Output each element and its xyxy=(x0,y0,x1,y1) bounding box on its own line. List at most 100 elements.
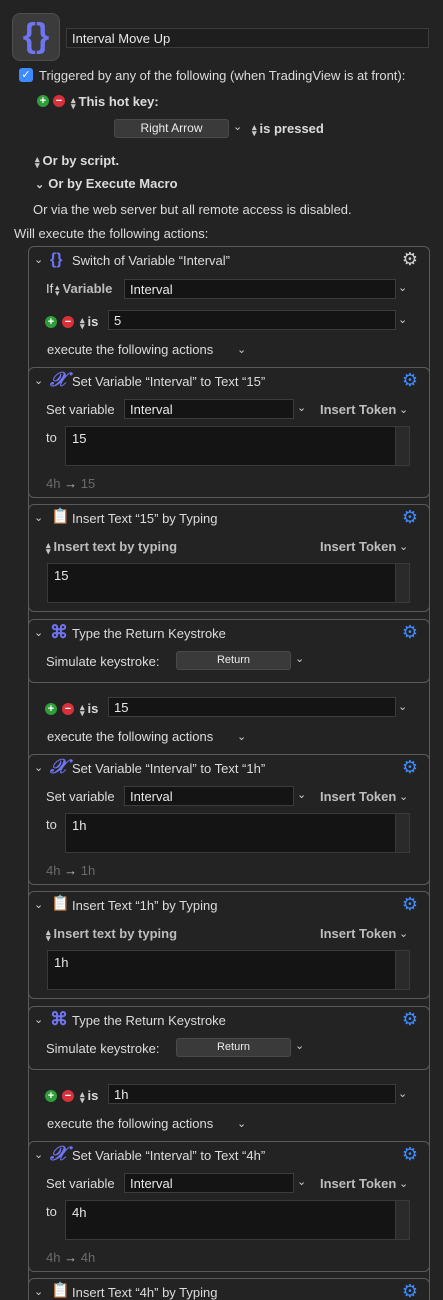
x-variable-icon: 𝒳 xyxy=(50,756,68,778)
gear-icon[interactable]: ⚙ xyxy=(401,508,419,526)
collapse-chevron-icon[interactable]: ⌄ xyxy=(34,761,43,774)
variable-name-input[interactable]: Interval xyxy=(124,1173,294,1193)
hotkey-trigger-type[interactable]: ▴ ▾ This hot key: xyxy=(71,94,159,110)
remove-trigger-icon[interactable]: − xyxy=(53,95,65,107)
collapse-chevron-icon[interactable]: ⌄ xyxy=(34,1148,43,1161)
set-variable-label: Set variable xyxy=(46,1176,115,1191)
hotkey-state-select[interactable]: ▴ ▾ is pressed xyxy=(252,121,324,137)
or-by-script-trigger[interactable]: ▴ ▾ Or by script. xyxy=(35,153,119,170)
switch-variable-input[interactable]: Interval xyxy=(124,279,396,299)
value-textarea[interactable]: 4h xyxy=(65,1200,410,1240)
chevron-down-icon[interactable]: ⌄ xyxy=(399,540,408,553)
scrollbar[interactable] xyxy=(395,951,409,989)
gear-icon[interactable]: ⚙ xyxy=(401,1282,419,1300)
clipboard-icon: 📋 xyxy=(51,895,70,912)
command-key-icon: ⌘ xyxy=(50,622,68,642)
collapse-chevron-icon[interactable]: ⌄ xyxy=(34,1013,43,1026)
insert-mode-select[interactable]: ▴ ▾ Insert text by typing xyxy=(46,926,177,943)
set-variable-label: Set variable xyxy=(46,402,115,417)
remove-case-icon[interactable]: − xyxy=(62,1090,74,1102)
or-execute-macro-trigger[interactable]: ⌄ Or by Execute Macro xyxy=(35,176,178,191)
add-case-icon[interactable]: + xyxy=(45,316,57,328)
updown-icon: ▴ ▾ xyxy=(55,281,60,298)
hotkey-popup[interactable]: Right Arrow xyxy=(114,119,229,138)
value-textarea[interactable]: 15 xyxy=(65,426,410,466)
add-case-icon[interactable]: + xyxy=(45,703,57,715)
gear-icon[interactable]: ⚙ xyxy=(401,895,419,913)
scrollbar[interactable] xyxy=(395,1201,409,1239)
insert-textarea[interactable]: 1h xyxy=(47,950,410,990)
chevron-down-icon[interactable]: ⌄ xyxy=(399,403,408,416)
insert-textarea[interactable]: 15 xyxy=(47,563,410,603)
chevron-down-icon[interactable]: ⌄ xyxy=(398,281,407,294)
collapse-chevron-icon[interactable]: ⌄ xyxy=(34,374,43,387)
value-textarea[interactable]: 1h xyxy=(65,813,410,853)
case-value-input[interactable]: 1h xyxy=(108,1084,396,1104)
remove-case-icon[interactable]: − xyxy=(62,316,74,328)
scrollbar[interactable] xyxy=(395,564,409,602)
chevron-down-icon[interactable]: ⌄ xyxy=(233,120,242,133)
execute-actions-label: execute the following actions xyxy=(47,729,214,744)
chevron-down-icon[interactable]: ⌄ xyxy=(398,313,407,326)
macro-icon: {} xyxy=(12,13,60,61)
to-label: to xyxy=(46,817,57,832)
chevron-down-icon[interactable]: ⌄ xyxy=(399,790,408,803)
case-condition-select[interactable]: ▴ ▾ is xyxy=(80,1088,98,1104)
preview-text: 4h → 15 xyxy=(46,476,96,491)
case-value-input[interactable]: 5 xyxy=(108,310,396,330)
chevron-down-icon[interactable]: ⌄ xyxy=(295,1039,304,1052)
insert-token-menu[interactable]: Insert Token xyxy=(320,539,396,554)
chevron-down-icon[interactable]: ⌄ xyxy=(295,652,304,665)
variable-type-select[interactable]: ▴ ▾ Variable xyxy=(55,281,112,298)
collapse-chevron-icon[interactable]: ⌄ xyxy=(34,1285,43,1298)
chevron-down-icon[interactable]: ⌄ xyxy=(297,401,306,414)
chevron-down-icon[interactable]: ⌄ xyxy=(237,343,246,356)
insert-token-menu[interactable]: Insert Token xyxy=(320,402,396,417)
case-condition-select[interactable]: ▴ ▾ is xyxy=(80,314,98,330)
chevron-down-icon[interactable]: ⌄ xyxy=(398,700,407,713)
chevron-down-icon[interactable]: ⌄ xyxy=(399,927,408,940)
insert-mode-select[interactable]: ▴ ▾ Insert text by typing xyxy=(46,539,177,555)
gear-icon[interactable]: ⚙ xyxy=(401,1010,419,1028)
if-label: If xyxy=(46,281,54,296)
simulate-keystroke-label: Simulate keystroke: xyxy=(46,1041,160,1056)
insert-token-menu[interactable]: Insert Token xyxy=(320,926,396,941)
collapse-chevron-icon[interactable]: ⌄ xyxy=(34,511,43,524)
updown-icon: ▴ ▾ xyxy=(46,926,51,943)
collapse-chevron-icon[interactable]: ⌄ xyxy=(34,898,43,911)
macro-name-input[interactable]: Interval Move Up xyxy=(66,28,429,48)
collapse-chevron-icon[interactable]: ⌄ xyxy=(34,253,43,266)
preview-text: 4h → 1h xyxy=(46,863,96,878)
keystroke-popup[interactable]: Return xyxy=(176,651,291,670)
gear-icon[interactable]: ⚙ xyxy=(401,371,419,389)
chevron-down-icon[interactable]: ⌄ xyxy=(297,788,306,801)
add-trigger-icon[interactable]: + xyxy=(37,95,49,107)
remove-case-icon[interactable]: − xyxy=(62,703,74,715)
scrollbar[interactable] xyxy=(395,427,409,465)
trigger-checkbox[interactable]: ✓ xyxy=(19,68,33,82)
gear-icon[interactable]: ⚙ xyxy=(401,1145,419,1163)
chevron-down-icon[interactable]: ⌄ xyxy=(237,1117,246,1130)
insert-token-menu[interactable]: Insert Token xyxy=(320,789,396,804)
chevron-down-icon[interactable]: ⌄ xyxy=(398,1087,407,1100)
to-label: to xyxy=(46,1204,57,1219)
updown-icon: ▴ ▾ xyxy=(35,153,40,170)
x-variable-icon: 𝒳 xyxy=(50,369,68,391)
gear-icon[interactable]: ⚙ xyxy=(401,623,419,641)
chevron-down-icon[interactable]: ⌄ xyxy=(237,730,246,743)
case-value-input[interactable]: 15 xyxy=(108,697,396,717)
variable-name-input[interactable]: Interval xyxy=(124,399,294,419)
action-title: Set Variable “Interval” to Text “15” xyxy=(72,374,266,389)
keystroke-popup[interactable]: Return xyxy=(176,1038,291,1057)
chevron-down-icon[interactable]: ⌄ xyxy=(297,1175,306,1188)
collapse-chevron-icon[interactable]: ⌄ xyxy=(34,626,43,639)
add-case-icon[interactable]: + xyxy=(45,1090,57,1102)
variable-name-input[interactable]: Interval xyxy=(124,786,294,806)
scrollbar[interactable] xyxy=(395,814,409,852)
insert-token-menu[interactable]: Insert Token xyxy=(320,1176,396,1191)
case-condition-select[interactable]: ▴ ▾ is xyxy=(80,701,98,717)
to-label: to xyxy=(46,430,57,445)
chevron-down-icon[interactable]: ⌄ xyxy=(399,1177,408,1190)
gear-icon[interactable]: ⚙ xyxy=(401,250,419,268)
gear-icon[interactable]: ⚙ xyxy=(401,758,419,776)
